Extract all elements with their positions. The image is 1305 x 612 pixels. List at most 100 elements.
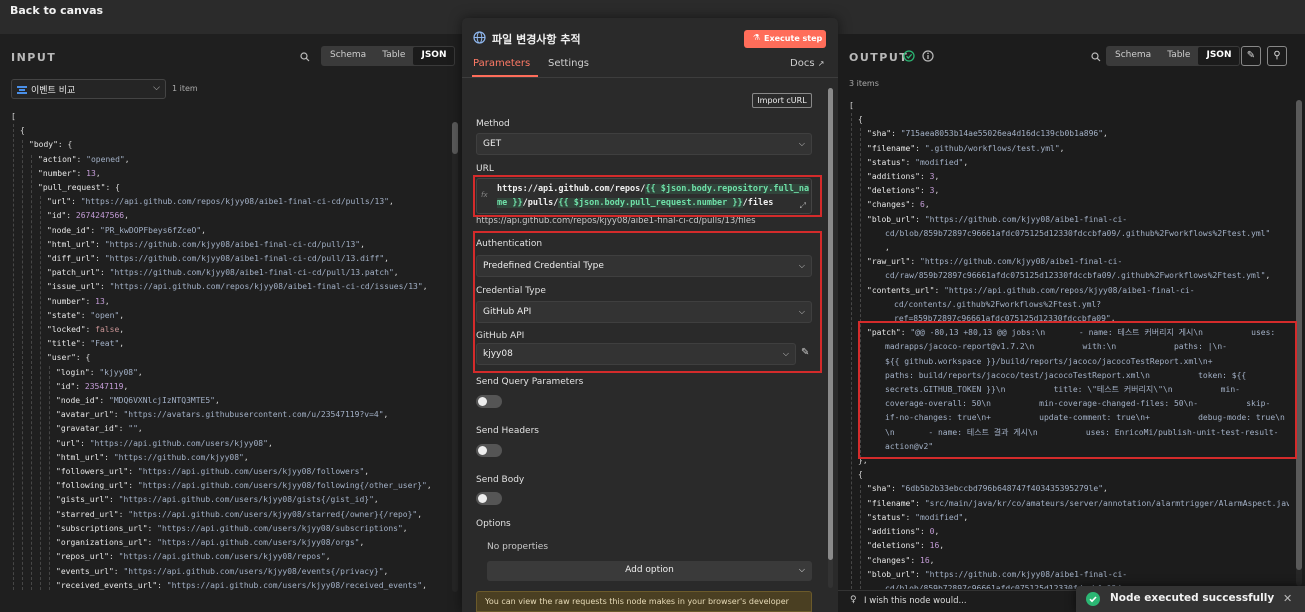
expand-icon[interactable]: ⤢: [800, 201, 806, 211]
output-scrollbar[interactable]: [1296, 100, 1302, 586]
input-panel-title: INPUT: [11, 51, 57, 64]
json-punctuation: ,: [1110, 314, 1116, 324]
output-table-tab[interactable]: Table: [1159, 47, 1198, 65]
edit-output-button[interactable]: ✎: [1241, 46, 1261, 66]
output-schema-tab[interactable]: Schema: [1107, 47, 1159, 65]
url-text-token: /files: [742, 198, 774, 208]
json-punctuation: ,: [1103, 129, 1108, 139]
json-line: "action": "opened",: [11, 153, 447, 167]
json-key: "filename": [867, 498, 916, 508]
pencil-icon[interactable]: ✎: [801, 347, 809, 358]
json-punctuation: ,: [924, 200, 930, 210]
parameters-scrollbar[interactable]: [828, 88, 833, 588]
flask-icon: ⚗: [753, 33, 761, 42]
json-value: "https://api.github.com/users/kjyy08/fol…: [137, 481, 427, 491]
json-line: "body": {: [11, 138, 447, 152]
json-punctuation: :: [910, 555, 920, 565]
pin-icon: ⚲: [1273, 50, 1281, 61]
input-json-view: [{"body": {"action": "opened", "number": …: [11, 110, 447, 590]
parameters-scrollbar-thumb[interactable]: [828, 88, 833, 560]
json-key: "number": [47, 296, 86, 306]
json-punctuation: :: [85, 296, 96, 306]
json-punctuation: : {: [57, 140, 73, 150]
json-line: coverage-overall: 50\n min-coverage-chan…: [849, 397, 1289, 411]
json-line: [: [11, 110, 447, 124]
input-scrollbar-thumb[interactable]: [452, 122, 458, 154]
json-punctuation: :: [157, 580, 167, 590]
json-value: "https://api.github.com/users/kjyy08/sub…: [157, 523, 403, 533]
output-scrollbar-thumb[interactable]: [1296, 100, 1302, 570]
search-icon[interactable]: [300, 52, 310, 62]
input-schema-tab[interactable]: Schema: [322, 47, 374, 65]
send-query-label: Send Query Parameters: [476, 377, 584, 387]
send-headers-toggle[interactable]: [476, 444, 502, 457]
json-punctuation: :: [147, 538, 158, 548]
options-label: Options: [476, 519, 511, 529]
json-value: "modified": [915, 512, 964, 522]
json-punctuation: :: [80, 339, 91, 349]
input-node-name: 이벤트 비교: [31, 86, 76, 96]
json-line: cd/raw/859b72897c96661afdc075125d12330fd…: [849, 269, 1289, 283]
tab-settings[interactable]: Settings: [548, 58, 589, 69]
method-select[interactable]: GET ⌵: [476, 133, 812, 155]
node-title[interactable]: 파일 변경사항 추적: [492, 31, 581, 47]
json-line: "title": "Feat",: [11, 337, 447, 351]
send-query-toggle[interactable]: [476, 395, 502, 408]
input-node-select[interactable]: 이벤트 비교 ⌵: [11, 79, 166, 99]
search-icon[interactable]: [1091, 52, 1101, 62]
json-key: "node_id": [56, 396, 100, 406]
json-value: "Feat": [90, 339, 120, 349]
import-curl-button[interactable]: Import cURL: [752, 93, 812, 108]
url-text-token: https://api.github.com/repos/: [497, 184, 646, 194]
json-punctuation: :: [95, 239, 105, 249]
credential-type-select[interactable]: GitHub API ⌵: [476, 301, 812, 323]
authentication-select[interactable]: Predefined Credential Type ⌵: [476, 255, 812, 277]
pin-output-button[interactable]: ⚲: [1267, 46, 1287, 66]
output-json-tab[interactable]: JSON: [1198, 47, 1240, 65]
json-value: "https://api.github.com/users/kjyy08/rep…: [118, 552, 326, 562]
json-line: "filename": "src/main/java/kr/co/amateur…: [849, 497, 1289, 511]
json-line: "organizations_url": "https://api.github…: [11, 536, 447, 550]
json-value: if-no-changes: true\n+ update-comment: t…: [885, 413, 1285, 423]
json-key: "followers_url": [56, 467, 129, 477]
input-json-tab[interactable]: JSON: [413, 47, 455, 65]
json-punctuation: :: [118, 509, 129, 519]
url-expression-text: https://api.github.com/repos/{{ $json.bo…: [497, 182, 811, 210]
add-option-label: Add option: [625, 565, 674, 575]
json-value: cd/blob/859b72897c96661afdc075125d12330f…: [885, 228, 1271, 238]
json-line: "deletions": 16,: [849, 539, 1289, 553]
json-punctuation: ,: [417, 509, 423, 519]
json-punctuation: ,: [360, 239, 365, 249]
json-punctuation: :: [99, 396, 109, 406]
json-punctuation: :: [99, 268, 110, 278]
input-scrollbar[interactable]: [452, 122, 458, 592]
json-value: \n - name: 테스트 결과 게시\n uses: EnricoMi/pu…: [885, 427, 1279, 437]
json-line: "sha": "715aea8053b14ae55026ea4d16dc139c…: [849, 127, 1289, 141]
info-icon[interactable]: [922, 50, 934, 62]
json-line: "gravatar_id": "",: [11, 422, 447, 436]
json-line: {: [849, 468, 1289, 482]
json-punctuation: [: [849, 101, 854, 110]
back-to-canvas-link[interactable]: Back to canvas: [10, 4, 103, 17]
json-punctuation: :: [89, 367, 100, 377]
json-line: "id": 2674247566,: [11, 209, 447, 223]
input-table-tab[interactable]: Table: [374, 47, 413, 65]
json-line: "contents_url": "https://api.github.com/…: [849, 284, 1289, 298]
json-value: "https://github.com/kjyy08/aibe1-final-c…: [924, 214, 1128, 224]
send-body-toggle[interactable]: [476, 492, 502, 505]
tab-parameters[interactable]: Parameters: [473, 58, 530, 69]
close-icon[interactable]: ✕: [1283, 592, 1292, 605]
json-line: "patch_url": "https://github.com/kjyy08/…: [11, 266, 447, 280]
github-api-credential-select[interactable]: kjyy08 ⌵: [476, 343, 796, 365]
url-expression-field[interactable]: fx https://api.github.com/repos/{{ $json…: [476, 178, 812, 214]
docs-link[interactable]: Docs ↗: [790, 58, 824, 69]
json-punctuation: ,: [214, 396, 220, 406]
json-punctuation: :: [128, 481, 138, 491]
output-item-count: 3 items: [849, 79, 879, 88]
add-option-select[interactable]: Add option ⌵: [487, 561, 812, 581]
feedback-bar[interactable]: ♀ I wish this node would...: [838, 590, 1076, 612]
json-key: "id": [56, 381, 76, 391]
execute-step-button[interactable]: ⚗ Execute step: [744, 30, 826, 48]
json-value: "open": [90, 310, 120, 320]
input-view-toggle: Schema Table JSON: [321, 46, 456, 66]
